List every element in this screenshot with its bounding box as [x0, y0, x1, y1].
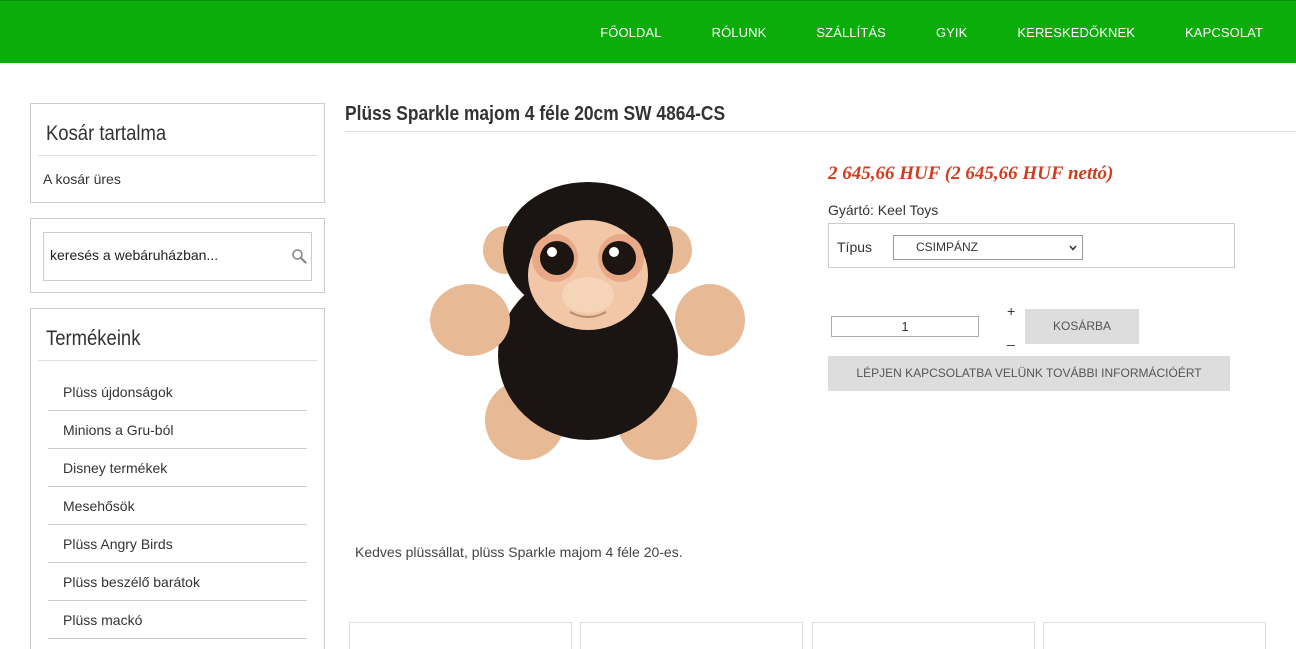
product-price: 2 645,66 HUF (2 645,66 HUF nettó) — [828, 163, 1114, 184]
type-label: Típus — [837, 239, 873, 255]
cart-title: Kosár tartalma — [45, 122, 167, 145]
type-selector-box: Típus CSIMPÁNZ — [828, 223, 1235, 268]
divider — [345, 131, 1296, 132]
category-item-talking[interactable]: Plüss beszélő barátok — [48, 563, 307, 601]
quantity-input[interactable]: 1 — [831, 316, 979, 337]
quantity-increment-button[interactable]: + — [1007, 303, 1015, 319]
search-icon[interactable] — [291, 248, 307, 264]
product-description: Kedves plüssállat, plüss Sparkle majom 4… — [355, 544, 683, 560]
category-item-disney[interactable]: Disney termékek — [48, 449, 307, 487]
search-input[interactable] — [50, 247, 280, 263]
product-manufacturer: Gyártó: Keel Toys — [828, 202, 939, 218]
type-select[interactable]: CSIMPÁNZ — [893, 235, 1083, 260]
cart-box: Kosár tartalma A kosár üres — [30, 103, 325, 203]
nav-resellers[interactable]: KERESKEDŐKNEK — [1017, 25, 1135, 40]
related-product-card[interactable] — [1043, 622, 1266, 649]
related-product-card[interactable] — [349, 622, 572, 649]
nav-about[interactable]: RÓLUNK — [712, 25, 767, 40]
chevron-down-icon — [1069, 245, 1077, 251]
category-item-heroes[interactable]: Mesehősök — [48, 487, 307, 525]
cart-empty-text: A kosár üres — [43, 171, 121, 187]
search-box — [30, 218, 325, 293]
related-product-card[interactable] — [580, 622, 803, 649]
product-image[interactable] — [425, 180, 750, 465]
category-item-minions[interactable]: Minions a Gru-ból — [48, 411, 307, 449]
contact-button[interactable]: LÉPJEN KAPCSOLATBA VELÜNK TOVÁBBI INFORM… — [828, 356, 1230, 391]
category-item-new[interactable]: Plüss újdonságok — [48, 373, 307, 411]
nav-shipping[interactable]: SZÁLLÍTÁS — [816, 25, 886, 40]
category-list: Plüss újdonságok Minions a Gru-ból Disne… — [48, 373, 307, 639]
product-title: Plüss Sparkle majom 4 féle 20cm SW 4864-… — [345, 103, 726, 125]
nav-faq[interactable]: GYIK — [936, 25, 967, 40]
add-to-cart-button[interactable]: KOSÁRBA — [1025, 309, 1139, 344]
products-title: Termékeink — [45, 327, 141, 350]
quantity-decrement-button[interactable]: _ — [1007, 330, 1015, 346]
divider — [38, 360, 317, 361]
nav-contact[interactable]: KAPCSOLAT — [1185, 25, 1263, 40]
search-field — [43, 232, 312, 281]
header-bar: FŐOLDAL RÓLUNK SZÁLLÍTÁS GYIK KERESKEDŐK… — [0, 0, 1296, 63]
related-product-card[interactable] — [812, 622, 1035, 649]
category-item-angry-birds[interactable]: Plüss Angry Birds — [48, 525, 307, 563]
main-nav: FŐOLDAL RÓLUNK SZÁLLÍTÁS GYIK KERESKEDŐK… — [575, 1, 1288, 64]
type-select-value: CSIMPÁNZ — [916, 240, 979, 254]
products-box: Termékeink Plüss újdonságok Minions a Gr… — [30, 308, 325, 649]
category-item-teddy[interactable]: Plüss mackó — [48, 601, 307, 639]
nav-home[interactable]: FŐOLDAL — [600, 25, 661, 40]
